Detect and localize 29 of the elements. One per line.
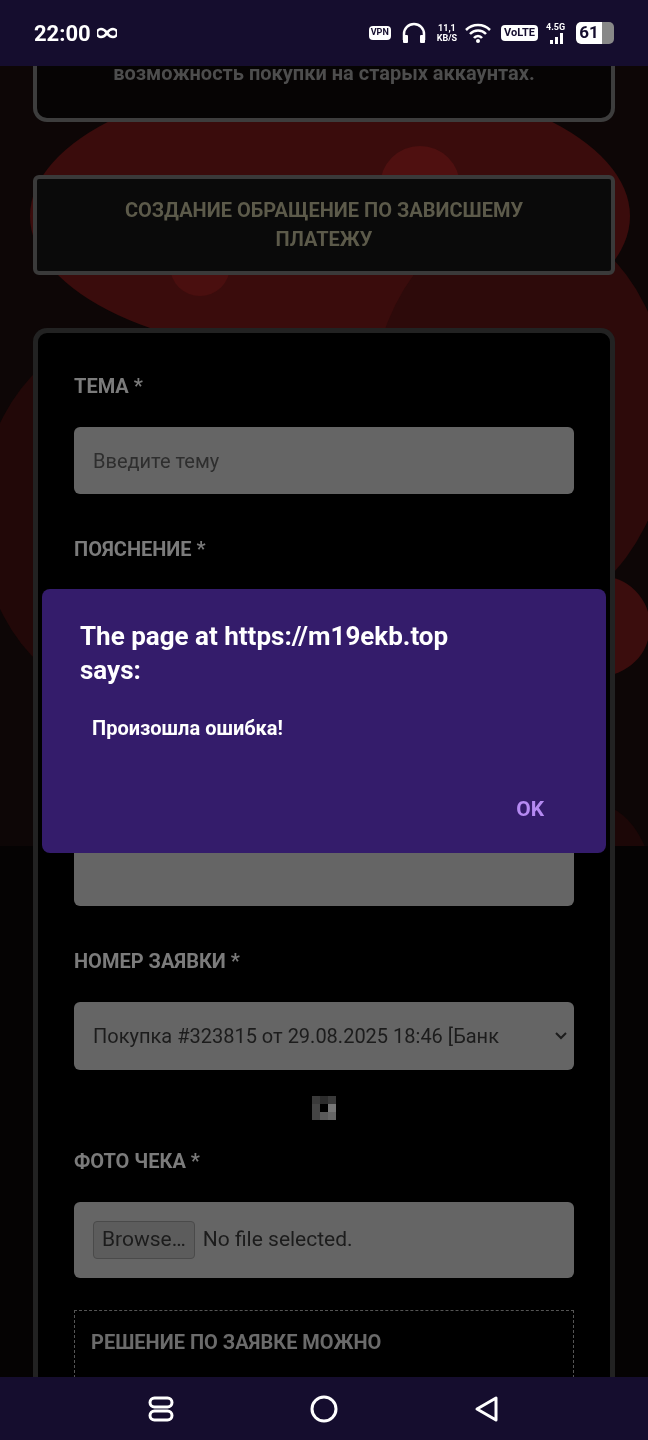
input-field[interactable]: Введите тему [74,427,574,494]
create-ticket-button[interactable]: СОЗДАНИЕ ОБРАЩЕНИЕ ПО ЗАВИСШЕМУ ПЛАТЕЖУ [33,175,615,275]
home-icon[interactable] [310,1394,338,1423]
file-status: No file selected. [202,1226,353,1254]
network-type: 4.5G [546,22,566,32]
file-input[interactable]: Browse… No file selected. [74,1202,574,1278]
dialog-title: The page at https://m19ekb.top says: [80,620,450,687]
browse-button[interactable]: Browse… [93,1221,195,1259]
field-label: ФОТО ЧЕКА * [74,1148,201,1175]
field-label: ТЕМА * [74,373,144,400]
loading-icon [312,1096,336,1120]
note-text: РЕШЕНИЕ ПО ЗАЯВКЕ МОЖНО [91,1330,382,1354]
clock: 22:00 [34,19,91,48]
dialog-message: Произошла ошибка! [92,715,284,742]
wifi-icon [465,23,492,43]
network-speed: 11,1 [438,23,456,33]
vpn-badge: VPN [368,26,391,40]
notice-text: возможность покупки на старых аккаунтах. [113,66,535,87]
speed-unit: KB/S [436,33,458,43]
ok-button[interactable]: OK [516,793,544,825]
field-label: НОМЕР ЗАЯВКИ * [74,948,241,975]
volte-badge: VoLTE [501,24,538,42]
infinity-icon [96,27,117,39]
chevron-down-icon [554,1031,568,1041]
select-field[interactable]: Покупка #323815 от 29.08.2025 18:46 [Банк [74,1002,574,1070]
battery-indicator: 61 [576,22,614,44]
recent-apps-icon[interactable] [148,1395,174,1422]
field-label: ПОЯСНЕНИЕ * [74,536,207,563]
back-icon[interactable] [474,1394,500,1423]
